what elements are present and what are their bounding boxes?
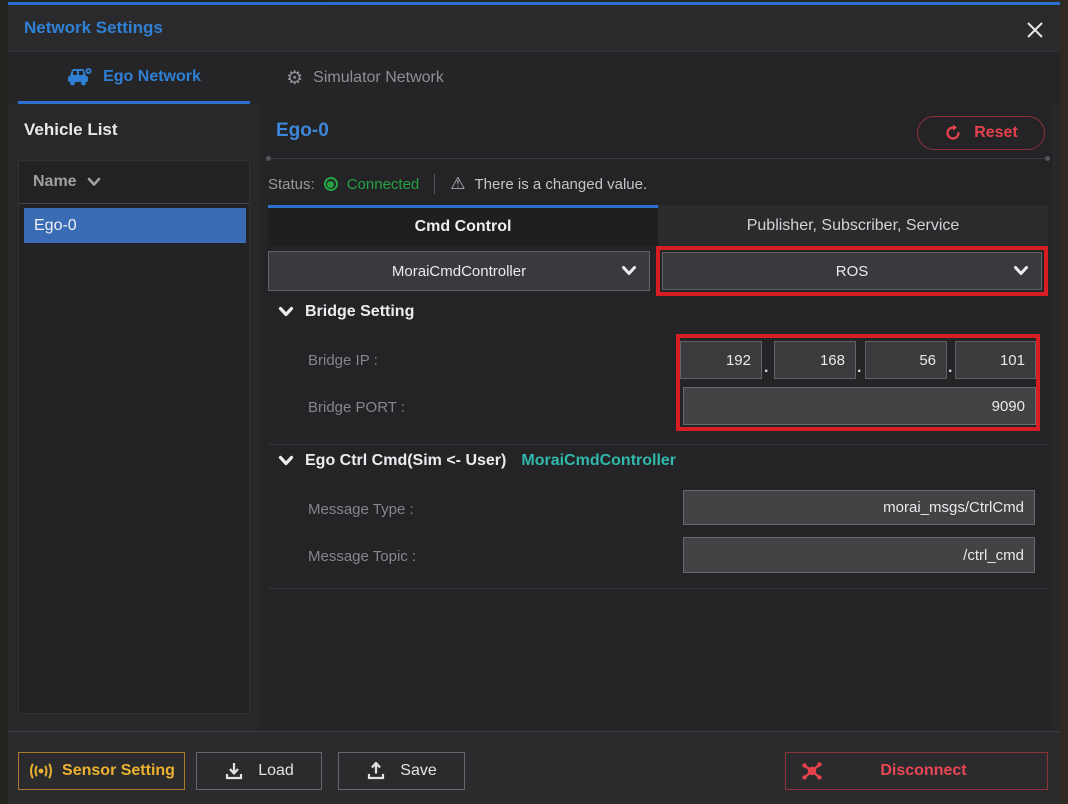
disconnect-button[interactable]: Disconnect [785,752,1048,790]
sensor-setting-button[interactable]: Sensor Setting [18,752,185,790]
section-divider [268,444,1048,445]
close-icon [1027,22,1043,38]
message-topic-input[interactable]: /ctrl_cmd [683,537,1035,573]
subtab-publisher-subscriber-service[interactable]: Publisher, Subscriber, Service [658,205,1048,246]
message-type-input[interactable]: morai_msgs/CtrlCmd [683,490,1035,525]
vehicle-name: Ego-0 [34,216,77,234]
status-label: Status: [268,175,315,193]
chevron-down-icon [87,177,100,186]
bridge-ip-octet-3[interactable]: 56 [865,341,947,379]
tab-simulator-network[interactable]: ⚙ Simulator Network [250,52,480,104]
network-settings-dialog: Network Settings Ego Network ⚙ Simulator… [8,2,1060,804]
load-label: Load [258,762,294,779]
bridge-ip-label: Bridge IP : [308,352,378,369]
vehicle-list-title: Vehicle List [24,120,118,139]
bridge-port-label: Bridge PORT : [308,399,405,416]
disconnect-label: Disconnect [880,762,967,779]
section-chevron-down-icon [278,306,294,317]
dialog-content: Vehicle List Name Ego-0 Ego-0 Reset Stat… [8,104,1060,731]
ip-dot: . [764,359,769,376]
vehicle-list-panel: Name Ego-0 [18,160,250,714]
bridge-ip-octet-4[interactable]: 101 [955,341,1036,379]
network-type-value: ROS [835,262,869,280]
ip-dot: . [948,359,953,376]
cmd-controller-value: MoraiCmdController [391,262,527,280]
status-separator [434,174,436,194]
car-icon [68,67,92,85]
tab-ego-label: Ego Network [103,67,201,85]
gear-icon: ⚙ [286,67,304,89]
dialog-titlebar: Network Settings [8,5,1060,52]
subtab-cmd-control[interactable]: Cmd Control [268,205,658,246]
header-divider [266,156,1050,161]
status-value: Connected [346,175,420,193]
bridge-ip-octet-1[interactable]: 192 [680,341,762,379]
disconnect-network-icon [802,762,822,780]
reset-label: Reset [974,124,1018,141]
reset-icon [946,124,960,140]
broadcast-icon [30,763,53,779]
name-column-label: Name [33,173,77,190]
ego-ctrl-cmd-header[interactable]: Ego Ctrl Cmd(Sim <- User) MoraiCmdContro… [278,452,676,470]
load-button[interactable]: Load [196,752,322,790]
message-type-label: Message Type : [308,501,414,518]
ego-ctrl-controller-name: MoraiCmdController [521,452,677,469]
cmd-controller-dropdown[interactable]: MoraiCmdController [268,251,650,291]
warning-text: There is a changed value. [474,175,648,193]
network-type-dropdown[interactable]: ROS [662,252,1042,290]
selected-vehicle-title: Ego-0 [276,120,329,141]
save-button[interactable]: Save [338,752,465,790]
save-label: Save [400,762,437,779]
status-row: Status: Connected ⚠ There is a changed v… [268,168,647,200]
subtab-pss-label: Publisher, Subscriber, Service [746,216,960,234]
subtab-cmd-control-label: Cmd Control [414,218,512,235]
ego-ctrl-cmd-title: Ego Ctrl Cmd(Sim <- User) [305,452,507,469]
save-icon [368,761,385,780]
reset-button[interactable]: Reset [917,116,1045,150]
ego-settings-panel: Ego-0 Reset Status: Connected ⚠ There is [260,104,1052,731]
load-icon [226,763,243,780]
message-topic-label: Message Topic : [308,548,417,565]
vehicle-list-sidebar: Vehicle List Name Ego-0 [8,104,260,731]
chevron-down-icon [622,266,636,275]
network-tabbar: Ego Network ⚙ Simulator Network [8,52,1060,104]
desktop-background: Network Settings Ego Network ⚙ Simulator… [0,0,1068,804]
close-button[interactable] [1022,17,1048,43]
ip-dot: . [857,359,862,376]
section-divider [268,588,1048,589]
status-connected-icon [323,177,338,191]
sensor-setting-label: Sensor Setting [62,762,175,779]
dialog-title: Network Settings [24,18,163,37]
tab-simulator-label: Simulator Network [313,69,444,86]
bridge-setting-header[interactable]: Bridge Setting [278,303,414,321]
bridge-setting-title: Bridge Setting [305,303,415,320]
bridge-ip-octet-2[interactable]: 168 [774,341,856,379]
vehicle-list-name-header[interactable]: Name [19,161,249,204]
bridge-port-input[interactable]: 9090 [683,387,1036,425]
vehicle-list-item-ego0[interactable]: Ego-0 [24,208,246,243]
chevron-down-icon [1014,266,1028,275]
dialog-footer: Sensor Setting Load Save Disconnect [8,731,1060,804]
warning-triangle-icon: ⚠ [450,174,466,193]
section-chevron-down-icon [278,455,294,466]
tab-ego-network[interactable]: Ego Network [18,52,250,104]
